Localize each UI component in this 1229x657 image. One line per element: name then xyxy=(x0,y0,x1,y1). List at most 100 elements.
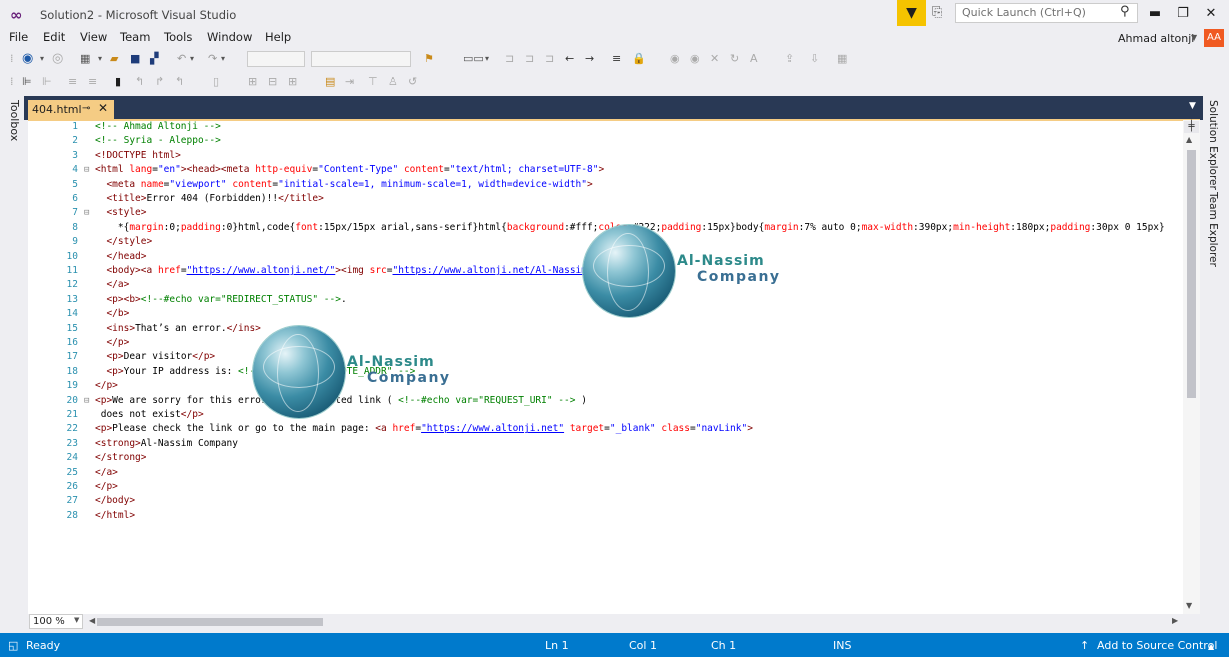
avatar[interactable]: AA xyxy=(1204,29,1224,47)
code-line[interactable]: </p> xyxy=(95,480,118,494)
quick-launch-input[interactable]: Quick Launch (Ctrl+Q) xyxy=(955,3,1138,23)
toolbox-tab[interactable]: Toolbox xyxy=(3,100,21,141)
code-line[interactable]: <p>Dear visitor</p> xyxy=(95,350,215,364)
nav-forward-icon[interactable]: → xyxy=(585,48,594,70)
menu-help[interactable]: Help xyxy=(265,30,291,44)
solution-config-dropdown[interactable] xyxy=(247,51,305,67)
menu-file[interactable]: File xyxy=(9,30,28,44)
lock-icon[interactable]: 🔒 xyxy=(632,48,646,70)
collapse-icon[interactable]: ⊟ xyxy=(84,163,94,177)
code-line[interactable]: <ins>That’s an error.</ins> xyxy=(95,322,260,336)
code-line[interactable]: </a> xyxy=(95,466,118,480)
chevron-down-icon[interactable]: ▼ xyxy=(74,616,79,624)
next-bookmark-icon[interactable]: ↱ xyxy=(155,71,164,93)
open-file-icon[interactable]: ▰ xyxy=(110,48,118,70)
minimize-button[interactable]: ▬ xyxy=(1143,4,1167,24)
snippet-icon[interactable]: ▤ xyxy=(325,71,335,93)
code-line[interactable]: </a> xyxy=(95,278,129,292)
chevron-down-icon[interactable]: ▾ xyxy=(190,48,194,70)
platform-dropdown[interactable] xyxy=(311,51,411,67)
pin-icon[interactable]: ⊸ xyxy=(82,103,90,114)
toolbar-grip-icon[interactable]: ⁞ xyxy=(10,48,14,70)
code-line[interactable]: <p><b><!--#echo var="REDIRECT_STATUS" --… xyxy=(95,293,346,307)
upload-icon[interactable]: ⇪ xyxy=(785,48,794,70)
collapse-icon[interactable]: ⊟ xyxy=(268,71,277,93)
bookmark-toggle-icon[interactable]: ▮ xyxy=(115,71,121,93)
forward-icon[interactable]: ◎ xyxy=(52,48,63,70)
history-icon[interactable]: ↺ xyxy=(408,71,417,93)
code-line[interactable]: </strong> xyxy=(95,451,146,465)
scroll-right-icon[interactable]: ▶ xyxy=(1172,616,1178,625)
nav-back-icon[interactable]: ← xyxy=(565,48,574,70)
code-line[interactable]: <p>Please check the link or go to the ma… xyxy=(95,422,753,436)
spell-icon[interactable]: A xyxy=(750,48,758,70)
code-line[interactable]: <!DOCTYPE html> xyxy=(95,149,181,163)
bookmark-next-icon[interactable]: ⊐ xyxy=(545,48,554,70)
code-line[interactable]: </b> xyxy=(95,307,129,321)
word-complete-icon[interactable]: ≡ xyxy=(88,71,97,93)
comment-icon[interactable]: ≡ xyxy=(612,48,621,70)
close-icon[interactable]: ✕ xyxy=(98,101,108,115)
collapse-icon[interactable]: ⊟ xyxy=(84,206,94,220)
code-line[interactable]: <strong>Al-Nassim Company xyxy=(95,437,238,451)
save-icon[interactable]: ■ xyxy=(130,48,140,70)
member-list-icon[interactable]: ⊫ xyxy=(22,71,32,93)
code-line[interactable]: </html> xyxy=(95,509,135,523)
menu-tools[interactable]: Tools xyxy=(164,30,192,44)
debug-pause-icon[interactable]: ◉ xyxy=(690,48,700,70)
prev-bookmark-icon[interactable]: ↰ xyxy=(135,71,144,93)
menu-team[interactable]: Team xyxy=(120,30,150,44)
bookmark-prev-icon[interactable]: ⊐ xyxy=(525,48,534,70)
expand-icon[interactable]: ⊞ xyxy=(288,71,297,93)
back-icon[interactable]: ◉ xyxy=(22,48,33,70)
code-line[interactable]: <style> xyxy=(95,206,146,220)
new-project-icon[interactable]: ▦ xyxy=(80,48,90,70)
download-icon[interactable]: ⇩ xyxy=(810,48,819,70)
chevron-down-icon[interactable]: ▾ xyxy=(98,48,102,70)
refresh-icon[interactable]: ↻ xyxy=(730,48,739,70)
code-line[interactable]: <body><a href="https://www.altonji.net/"… xyxy=(95,264,649,278)
prev-folder-bookmark-icon[interactable]: ↰ xyxy=(175,71,184,93)
document-icon[interactable]: ▯ xyxy=(213,71,219,93)
scroll-down-icon[interactable]: ▼ xyxy=(1186,601,1192,610)
chevron-up-icon[interactable]: ▲ xyxy=(1208,642,1214,651)
undo-icon[interactable]: ↶ xyxy=(177,48,186,70)
code-line[interactable]: </p> xyxy=(95,336,129,350)
redo-icon[interactable]: ↷ xyxy=(208,48,217,70)
output-window-icon[interactable]: ◱ xyxy=(8,639,18,652)
grid-icon[interactable]: ▦ xyxy=(837,48,847,70)
close-window-button[interactable]: ✕ xyxy=(1199,4,1223,24)
solution-explorer-tab[interactable]: Solution Explorer xyxy=(1207,100,1219,190)
menu-view[interactable]: View xyxy=(80,30,107,44)
upload-arrow-icon[interactable]: ↑ xyxy=(1080,639,1089,652)
layout-icon[interactable]: ▭▭ xyxy=(463,48,484,70)
code-line[interactable]: <meta name="viewport" content="initial-s… xyxy=(95,178,592,192)
save-all-icon[interactable]: ▞ xyxy=(150,48,158,70)
code-line[interactable]: </p> xyxy=(95,379,118,393)
find-in-files-icon[interactable]: ⚑ xyxy=(424,48,434,70)
toolbar-grip-icon[interactable]: ⁞ xyxy=(10,71,14,93)
code-line[interactable]: <title>Error 404 (Forbidden)!!</title> xyxy=(95,192,323,206)
code-line[interactable]: <!-- Syria - Aleppo--> xyxy=(95,134,221,148)
collapse-icon[interactable]: ⊟ xyxy=(84,394,94,408)
chevron-down-icon[interactable]: ▾ xyxy=(40,48,44,70)
debug-stop-icon[interactable]: ✕ xyxy=(710,48,719,70)
vertical-scroll-thumb[interactable] xyxy=(1187,150,1196,398)
chevron-down-icon[interactable]: ▾ xyxy=(485,48,489,70)
notifications-icon[interactable]: ⎘ xyxy=(932,5,950,23)
outline-icon[interactable]: ⊞ xyxy=(248,71,257,93)
scroll-left-icon[interactable]: ◀ xyxy=(89,616,95,625)
code-line[interactable]: </head> xyxy=(95,250,146,264)
param-info-icon[interactable]: ⊩ xyxy=(42,71,52,93)
indent-icon[interactable]: ⇥ xyxy=(345,71,354,93)
code-line[interactable]: </body> xyxy=(95,494,135,508)
code-line[interactable]: </style> xyxy=(95,235,152,249)
scroll-up-icon[interactable]: ▲ xyxy=(1186,135,1192,144)
restore-button[interactable]: ❐ xyxy=(1171,4,1195,24)
split-window-icon[interactable]: ╪ xyxy=(1184,121,1199,133)
person-icon[interactable]: ♙ xyxy=(388,71,398,93)
add-to-source-control-button[interactable]: Add to Source Control xyxy=(1097,639,1217,652)
code-line[interactable]: <html lang="en"><head><meta http-equiv="… xyxy=(95,163,604,177)
team-explorer-tab[interactable]: Team Explorer xyxy=(1207,192,1219,267)
horizontal-scroll-thumb[interactable] xyxy=(97,618,323,626)
